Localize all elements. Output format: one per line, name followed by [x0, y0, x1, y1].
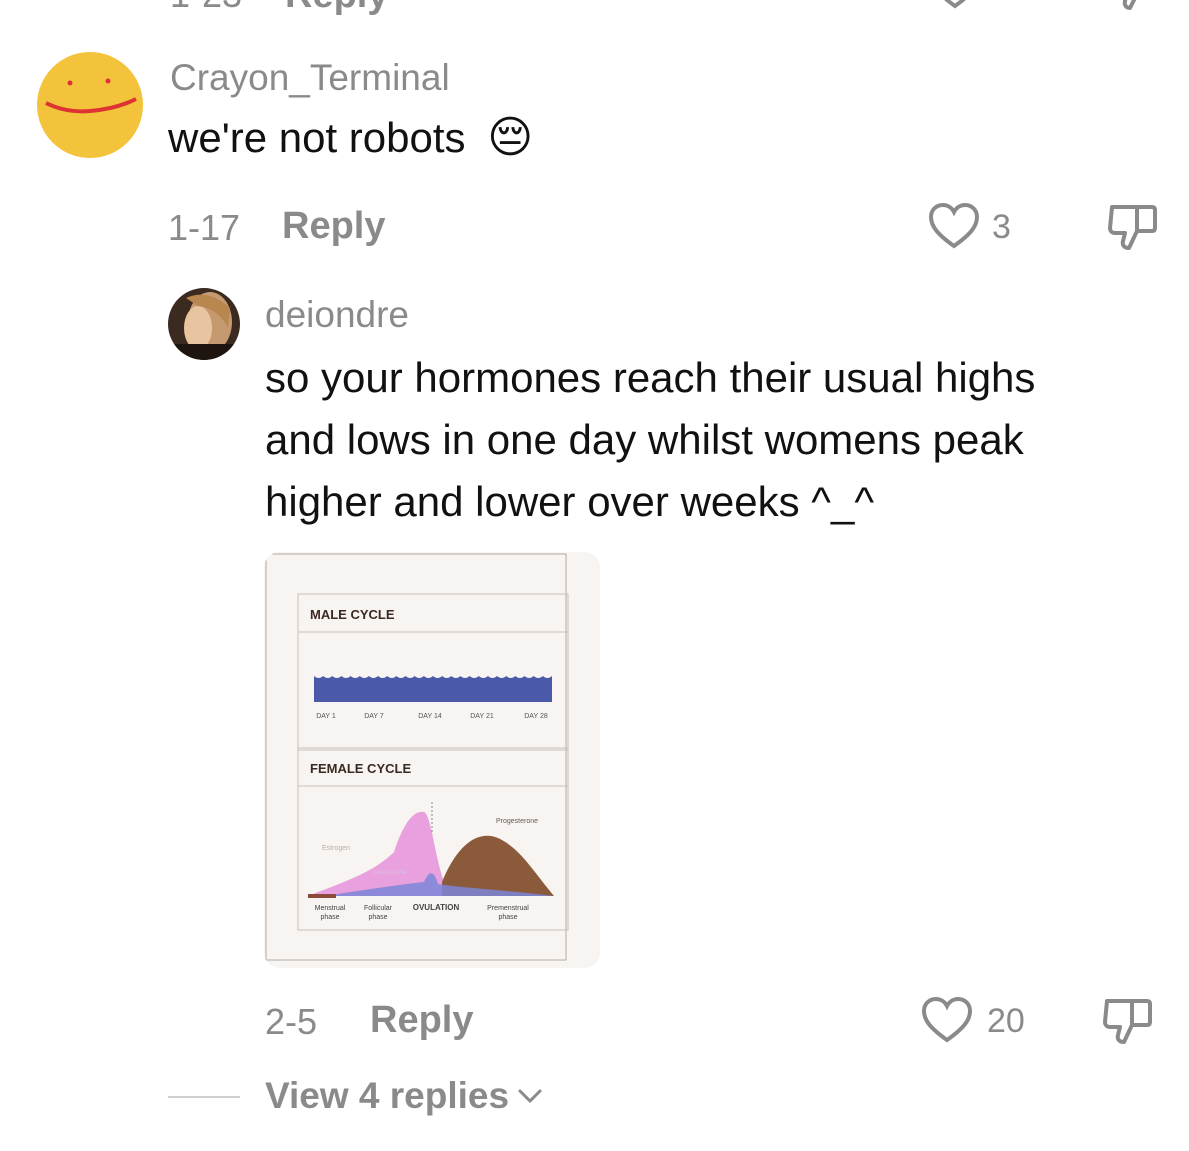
username[interactable]: Crayon_Terminal [170, 57, 450, 99]
smiley-avatar[interactable] [36, 51, 144, 159]
comment-text-line: and lows in one day whilst womens peak [265, 416, 1024, 463]
male-cycle-title: MALE CYCLE [310, 607, 395, 622]
user-avatar[interactable] [168, 288, 240, 360]
dislike-icon[interactable] [1102, 995, 1154, 1047]
view-replies-button[interactable]: View 4 replies [265, 1075, 543, 1117]
comment-deiondre: deiondre so your hormones reach their us… [0, 280, 1189, 1140]
menstrual-band [308, 894, 336, 898]
comment-text-row: we're not robots 😔 [168, 112, 533, 163]
estrogen-label: Estrogen [322, 845, 350, 852]
like-count: 20 [987, 1002, 1025, 1040]
comment-text-line: higher and lower over weeks ^_^ [265, 478, 875, 525]
female-cycle-title: FEMALE CYCLE [310, 761, 411, 776]
tick-label: DAY 21 [470, 713, 494, 720]
phase-label: Premenstrual [487, 905, 529, 912]
comment-text-line: so your hormones reach their usual highs [265, 354, 1036, 401]
dislike-icon[interactable] [1107, 201, 1159, 253]
tick-label: DAY 1 [316, 713, 336, 720]
tick-label: DAY 14 [418, 713, 442, 720]
phase-label: Menstrual [315, 905, 346, 912]
view-replies-label: View 4 replies [265, 1075, 510, 1116]
comment-date: 2-5 [265, 1001, 318, 1042]
username[interactable]: deiondre [265, 294, 409, 336]
like-count: 3 [992, 208, 1011, 246]
attached-image[interactable]: MALE CYCLE DAY 1 DAY 7 DAY 14 DAY 21 DAY… [264, 552, 600, 968]
heart-icon[interactable] [928, 202, 980, 250]
comment-date: 1-17 [168, 207, 241, 248]
phase-label: phase [320, 914, 339, 921]
chevron-down-icon [518, 1089, 542, 1104]
testosterone-label: Testosterone [372, 870, 407, 876]
phase-label: Follicular [364, 905, 393, 912]
comment-crayon-terminal: Crayon_Terminal we're not robots 😔 1-17 … [0, 0, 1189, 270]
tick-label: DAY 28 [524, 713, 548, 720]
reply-button[interactable]: Reply [282, 205, 385, 248]
reply-button[interactable]: Reply [370, 999, 473, 1042]
progesterone-label: Progesterone [496, 818, 538, 825]
phase-label: OVULATION [413, 903, 460, 912]
phase-label: phase [368, 914, 387, 921]
pensive-face-emoji: 😔 [487, 113, 534, 162]
cycle-comparison-graphic: MALE CYCLE DAY 1 DAY 7 DAY 14 DAY 21 DAY… [264, 552, 600, 968]
comment-text: we're not robots [168, 114, 466, 161]
tick-label: DAY 7 [364, 713, 384, 720]
male-hormone-band [314, 676, 552, 702]
comment-text: so your hormones reach their usual highs… [265, 347, 1165, 533]
heart-icon[interactable] [921, 996, 973, 1044]
view-replies-divider [168, 1096, 240, 1098]
phase-label: phase [498, 914, 517, 921]
